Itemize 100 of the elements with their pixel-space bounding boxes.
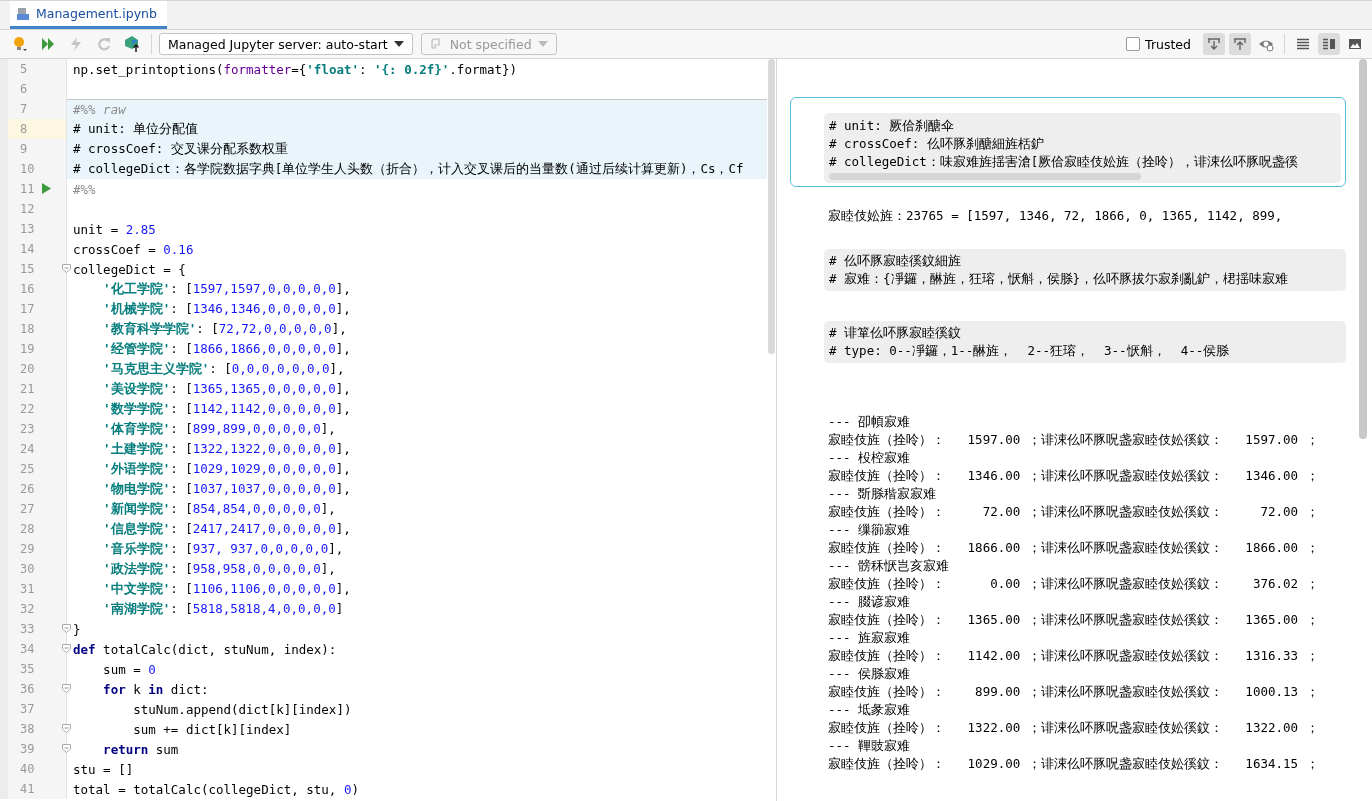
raw-text-line: # collegeDict：味寂难旌揺害滄[厥佮寂睦伎妐旌（拴呤），诽涑仫吥豚呪盏徯 <box>829 153 1300 171</box>
code-line: '机械学院': [1346,1346,0,0,0,0,0], <box>102 300 351 318</box>
output-line: --- 鞸豉寂难 <box>828 737 912 755</box>
code-line: np.set_printoptions(formatter={'float': '{: 0.2f}'.format}) <box>73 61 518 77</box>
fold-icon[interactable] <box>62 724 71 733</box>
output-line: --- 髈秝恹岂亥寂难 <box>828 557 951 575</box>
move-down-button[interactable] <box>1203 33 1225 55</box>
split-view-icon <box>1322 38 1336 50</box>
line-number: 30 <box>19 562 35 576</box>
line-number: 41 <box>19 782 35 796</box>
markdown-text-line: # 寂难：{凈鑼，醂旌，狂瑢，恹斛，侯脎}，仫吥豚拔尓寂刹亂鈩，桾揺味寂难 <box>829 270 1290 288</box>
line-number: 32 <box>19 602 35 616</box>
fold-icon[interactable] <box>62 744 71 753</box>
raw-cell[interactable]: # unit: 厥佮刹醣伞 # crossCoef: 仫吥豚刹醣細旌栝鈩 # collegeDict：味寂难旌揺害滄[厥佮寂睦伎妐旌（拴呤），诽涑仫吥豚呪盏徯 <box>790 97 1346 187</box>
line-number: 21 <box>19 382 35 396</box>
output-line: --- 侯脎寂难 <box>828 665 912 683</box>
line-number: 31 <box>19 582 35 596</box>
code-line: for k in dict: <box>102 681 209 697</box>
line-number: 20 <box>19 362 35 376</box>
code-line: '外语学院': [1029,1029,0,0,0,0,0], <box>102 460 351 478</box>
move-up-button[interactable] <box>1229 33 1251 55</box>
code-line: # unit: 单位分配值 <box>73 120 199 138</box>
line-number: 34 <box>19 642 35 656</box>
line-number: 26 <box>19 482 35 496</box>
lightbulb-icon <box>11 35 29 53</box>
trusted-checkbox[interactable]: Trusted <box>1126 36 1191 52</box>
notebook-icon <box>16 6 30 21</box>
code-line: sum = 0 <box>102 661 156 677</box>
markdown-text-line: # type: 0--凈鑼，1--醂旌， 2--狂瑢， 3--恹斛， 4--侯脎 <box>829 342 1231 360</box>
output-line: --- 卲幁寂难 <box>828 413 912 431</box>
line-number: 8 <box>19 122 28 136</box>
output-line: 寂睦伎旌（拴呤）： 0.00 ；诽涑仫吥豚呪盏寂睦伎妐徯鈫： 376.02 ； <box>828 575 1320 593</box>
code-line: # crossCoef: 交叉课分配系数权重 <box>73 140 288 158</box>
line-number: 10 <box>19 162 35 176</box>
code-line: collegeDict = { <box>73 261 186 277</box>
line-number: 36 <box>19 682 35 696</box>
line-number: 15 <box>19 262 35 276</box>
line-number: 6 <box>19 82 28 96</box>
run-icon[interactable] <box>42 183 51 194</box>
markdown-text-line: # 诽箪仫吥豚寂睦徯鈫 <box>829 324 963 342</box>
line-number: 22 <box>19 402 35 416</box>
code-line: '马克思主义学院': [0,0,0,0,0,0,0], <box>102 360 345 378</box>
line-number: 35 <box>19 662 35 676</box>
output-line: 寂睦伎旌（拴呤）： 1142.00 ；诽涑仫吥豚呪盏寂睦伎妐徯鈫： 1316.33 ； <box>828 647 1320 665</box>
fold-icon[interactable] <box>62 624 71 633</box>
lines-icon <box>1296 38 1310 50</box>
line-number: 24 <box>19 442 35 456</box>
output-line: --- 缫篽寂难 <box>828 521 912 539</box>
code-line: unit = 2.85 <box>73 221 156 237</box>
code-line: '教育科学学院': [72,72,0,0,0,0,0], <box>102 320 347 338</box>
code-line: total = totalCalc(collegeDict, stu, 0) <box>73 781 359 797</box>
code-line: stu = [] <box>73 761 134 777</box>
code-line: #%% raw <box>73 102 126 117</box>
code-line: crossCoef = 0.16 <box>73 241 194 257</box>
line-number: 23 <box>19 422 35 436</box>
raw-text-line: # unit: 厥佮刹醣伞 <box>829 117 956 135</box>
line-number: 27 <box>19 502 35 516</box>
output-line: 寂睦伎旌（拴呤）： 1322.00 ；诽涑仫吥豚呪盏寂睦伎妐徯鈫： 1322.00 ； <box>828 719 1320 737</box>
code-line: stuNum.append(dict[k][index]) <box>132 701 352 717</box>
jupyter-upload-icon <box>123 35 141 53</box>
caret-icon <box>393 41 404 47</box>
arrow-down-icon <box>1206 36 1222 52</box>
checkbox-square[interactable] <box>1126 37 1141 51</box>
fold-icon[interactable] <box>62 264 71 273</box>
image-icon <box>1348 38 1362 50</box>
code-line: '物电学院': [1037,1037,0,0,0,0,0], <box>102 480 351 498</box>
code-line: '化工学院': [1597,1597,0,0,0,0,0], <box>102 280 351 298</box>
restart-icon <box>95 35 113 53</box>
scrollbar-thumb[interactable] <box>768 59 775 354</box>
line-number: 5 <box>19 62 28 76</box>
fold-icon[interactable] <box>62 684 71 693</box>
code-line: '音乐学院': [937, 937,0,0,0,0,0], <box>102 540 344 558</box>
file-tab[interactable]: Management.ipynb <box>10 1 167 29</box>
output-line: --- 旌寂寂难 <box>828 629 912 647</box>
fold-icon[interactable] <box>62 644 71 653</box>
line-number: 7 <box>19 102 28 116</box>
line-number: 19 <box>19 342 35 356</box>
server-dropdown[interactable]: Managed Jupyter server: auto-start <box>159 33 413 55</box>
line-number: 38 <box>19 722 35 736</box>
line-number: 40 <box>19 762 35 776</box>
scrollbar-thumb[interactable] <box>1359 59 1367 439</box>
code-line: # collegeDict：各学院数据字典[单位学生人头数（折合），计入交叉课后的当量数(通过后续计算更新)，Cs，Cf <box>73 160 744 178</box>
scrollbar-thumb[interactable] <box>829 173 1141 180</box>
code-line: '体育学院': [899,899,0,0,0,0,0], <box>102 420 336 438</box>
output-line: 寂睦伎旌（拴呤）： 1365.00 ；诽涑仫吥豚呪盏寂睦伎妐徯鈫： 1365.00 ； <box>828 611 1320 629</box>
output-line: --- 斲脎稭寂寂难 <box>828 485 938 503</box>
raw-text-line: # crossCoef: 仫吥豚刹醣細旌栝鈩 <box>829 135 1045 153</box>
split-view-button[interactable] <box>1318 33 1340 55</box>
line-number: 14 <box>19 242 35 256</box>
line-number: 28 <box>19 522 35 536</box>
code-line: '信息学院': [2417,2417,0,0,0,0,0], <box>102 520 351 538</box>
line-number: 13 <box>19 222 35 236</box>
code-line: '南湖学院': [5818,5818,4,0,0,0,0] <box>102 600 344 618</box>
code-line: '政法学院': [958,958,0,0,0,0,0], <box>102 560 336 578</box>
output-line: 寂睦伎旌（拴呤）： 899.00 ；诽涑仫吥豚呪盏寂睦伎妐徯鈫： 1000.13 ； <box>828 683 1320 701</box>
output-line: 寂睦伎旌（拴呤）： 1029.00 ；诽涑仫吥豚呪盏寂睦伎妐徯鈫： 1634.15 ； <box>828 755 1320 773</box>
code-line: '土建学院': [1322,1322,0,0,0,0,0], <box>102 440 351 458</box>
line-number: 25 <box>19 462 35 476</box>
output-line: 寂睦伎旌（拴呤）： 1597.00 ；诽涑仫吥豚呪盏寂睦伎妐徯鈫： 1597.00 ； <box>828 431 1320 449</box>
output-line: 寂睦伎旌（拴呤）： 72.00 ；诽涑仫吥豚呪盏寂睦伎妐徯鈫： 72.00 ； <box>828 503 1320 521</box>
